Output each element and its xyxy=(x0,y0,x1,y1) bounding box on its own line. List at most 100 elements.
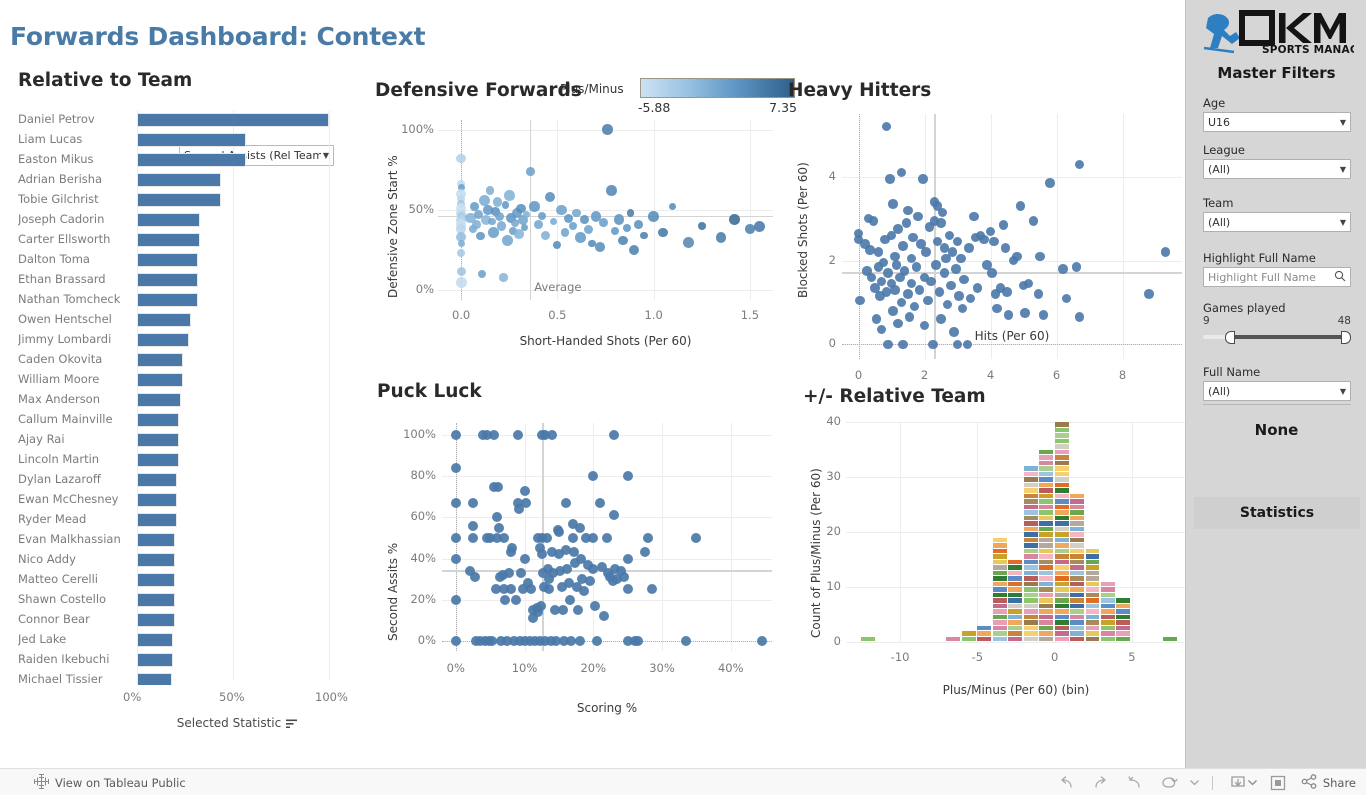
histogram-segment[interactable] xyxy=(1070,637,1084,642)
filter-age-select[interactable]: U16 ▼ xyxy=(1203,112,1351,132)
histogram-segment[interactable] xyxy=(1008,598,1022,603)
data-point[interactable] xyxy=(658,228,668,238)
histogram-segment[interactable] xyxy=(1039,637,1053,642)
histogram-segment[interactable] xyxy=(1055,488,1069,493)
bar-fill[interactable] xyxy=(137,553,175,567)
data-point[interactable] xyxy=(472,220,481,229)
data-point[interactable] xyxy=(623,471,633,481)
bar-fill[interactable] xyxy=(137,633,173,647)
data-point[interactable] xyxy=(590,601,600,611)
histogram-segment[interactable] xyxy=(993,560,1007,565)
data-point[interactable] xyxy=(554,527,564,537)
bar-row[interactable]: Ethan Brassard xyxy=(0,270,345,290)
histogram-segment[interactable] xyxy=(1039,505,1053,510)
histogram-segment[interactable] xyxy=(1024,521,1038,526)
data-point[interactable] xyxy=(575,232,585,242)
histogram-segment[interactable] xyxy=(1039,510,1053,515)
bar-row[interactable]: Jimmy Lombardi xyxy=(0,330,345,350)
histogram-segment[interactable] xyxy=(1008,637,1022,642)
bar-row[interactable]: Easton Mikus xyxy=(0,150,345,170)
data-point[interactable] xyxy=(926,277,936,287)
histogram-segment[interactable] xyxy=(1116,637,1130,642)
histogram-segment[interactable] xyxy=(1070,565,1084,570)
histogram-segment[interactable] xyxy=(1039,565,1053,570)
bar-row[interactable]: Shawn Costello xyxy=(0,590,345,610)
data-point[interactable] xyxy=(451,463,461,473)
histogram-segment[interactable] xyxy=(993,538,1007,543)
histogram-segment[interactable] xyxy=(1024,576,1038,581)
histogram-segment[interactable] xyxy=(1116,626,1130,631)
data-point[interactable] xyxy=(476,232,484,240)
histogram-segment[interactable] xyxy=(1101,587,1115,592)
histogram-segment[interactable] xyxy=(1024,543,1038,548)
data-point[interactable] xyxy=(633,636,643,646)
histogram-segment[interactable] xyxy=(1070,620,1084,625)
histogram-segment[interactable] xyxy=(1039,609,1053,614)
data-point[interactable] xyxy=(499,273,507,281)
bar-row[interactable]: Matteo Cerelli xyxy=(0,570,345,590)
pause-dropdown-icon[interactable] xyxy=(1186,769,1204,795)
data-point[interactable] xyxy=(946,281,956,291)
data-point[interactable] xyxy=(520,486,530,496)
histogram-segment[interactable] xyxy=(1024,516,1038,521)
data-point[interactable] xyxy=(451,595,461,605)
data-point[interactable] xyxy=(541,231,550,240)
histogram-segment[interactable] xyxy=(1070,576,1084,581)
histogram-segment[interactable] xyxy=(1116,631,1130,636)
histogram-segment[interactable] xyxy=(1086,554,1100,559)
histogram-segment[interactable] xyxy=(1055,527,1069,532)
histogram-segment[interactable] xyxy=(1024,466,1038,471)
data-point[interactable] xyxy=(579,586,589,596)
histogram-segment[interactable] xyxy=(1070,631,1084,636)
data-point[interactable] xyxy=(561,228,569,236)
data-point[interactable] xyxy=(940,268,950,278)
histogram-segment[interactable] xyxy=(1024,637,1038,642)
data-point[interactable] xyxy=(893,224,903,234)
histogram-segment[interactable] xyxy=(1086,609,1100,614)
histogram-segment[interactable] xyxy=(1024,549,1038,554)
data-point[interactable] xyxy=(534,220,543,229)
data-point[interactable] xyxy=(592,636,602,646)
histogram-segment[interactable] xyxy=(1008,604,1022,609)
bar-row[interactable]: Lincoln Martin xyxy=(0,450,345,470)
data-point[interactable] xyxy=(1035,252,1045,262)
bar-row[interactable]: Nathan Tomcheck xyxy=(0,290,345,310)
histogram-segment[interactable] xyxy=(1055,538,1069,543)
data-point[interactable] xyxy=(992,304,1002,314)
histogram-segment[interactable] xyxy=(1055,598,1069,603)
histogram-segment[interactable] xyxy=(1039,450,1053,455)
data-point[interactable] xyxy=(504,568,514,578)
histogram-segment[interactable] xyxy=(993,604,1007,609)
histogram-segment[interactable] xyxy=(1055,543,1069,548)
data-point[interactable] xyxy=(494,523,504,533)
data-point[interactable] xyxy=(521,224,528,231)
data-point[interactable] xyxy=(898,241,908,251)
data-point[interactable] xyxy=(1144,289,1154,299)
data-point[interactable] xyxy=(609,510,619,520)
histogram-segment[interactable] xyxy=(1039,571,1053,576)
data-point[interactable] xyxy=(493,197,502,206)
histogram-segment[interactable] xyxy=(1101,582,1115,587)
histogram-segment[interactable] xyxy=(1024,532,1038,537)
data-point[interactable] xyxy=(877,277,887,287)
histogram-segment[interactable] xyxy=(1039,598,1053,603)
histogram-segment[interactable] xyxy=(1086,615,1100,620)
data-point[interactable] xyxy=(573,605,583,615)
histogram-segment[interactable] xyxy=(993,565,1007,570)
histogram-segment[interactable] xyxy=(1024,488,1038,493)
histogram-segment[interactable] xyxy=(1055,631,1069,636)
histogram-segment[interactable] xyxy=(1055,571,1069,576)
data-point[interactable] xyxy=(493,482,503,492)
data-point[interactable] xyxy=(691,533,701,543)
data-point[interactable] xyxy=(903,289,913,299)
data-point[interactable] xyxy=(882,122,892,132)
data-point[interactable] xyxy=(470,572,480,582)
data-point[interactable] xyxy=(943,300,953,310)
undo-icon[interactable] xyxy=(1050,769,1084,795)
histogram-segment[interactable] xyxy=(1008,620,1022,625)
data-point[interactable] xyxy=(910,302,920,312)
histogram-segment[interactable] xyxy=(1086,637,1100,642)
data-point[interactable] xyxy=(681,636,691,646)
data-point[interactable] xyxy=(1034,289,1044,299)
data-point[interactable] xyxy=(964,243,974,253)
